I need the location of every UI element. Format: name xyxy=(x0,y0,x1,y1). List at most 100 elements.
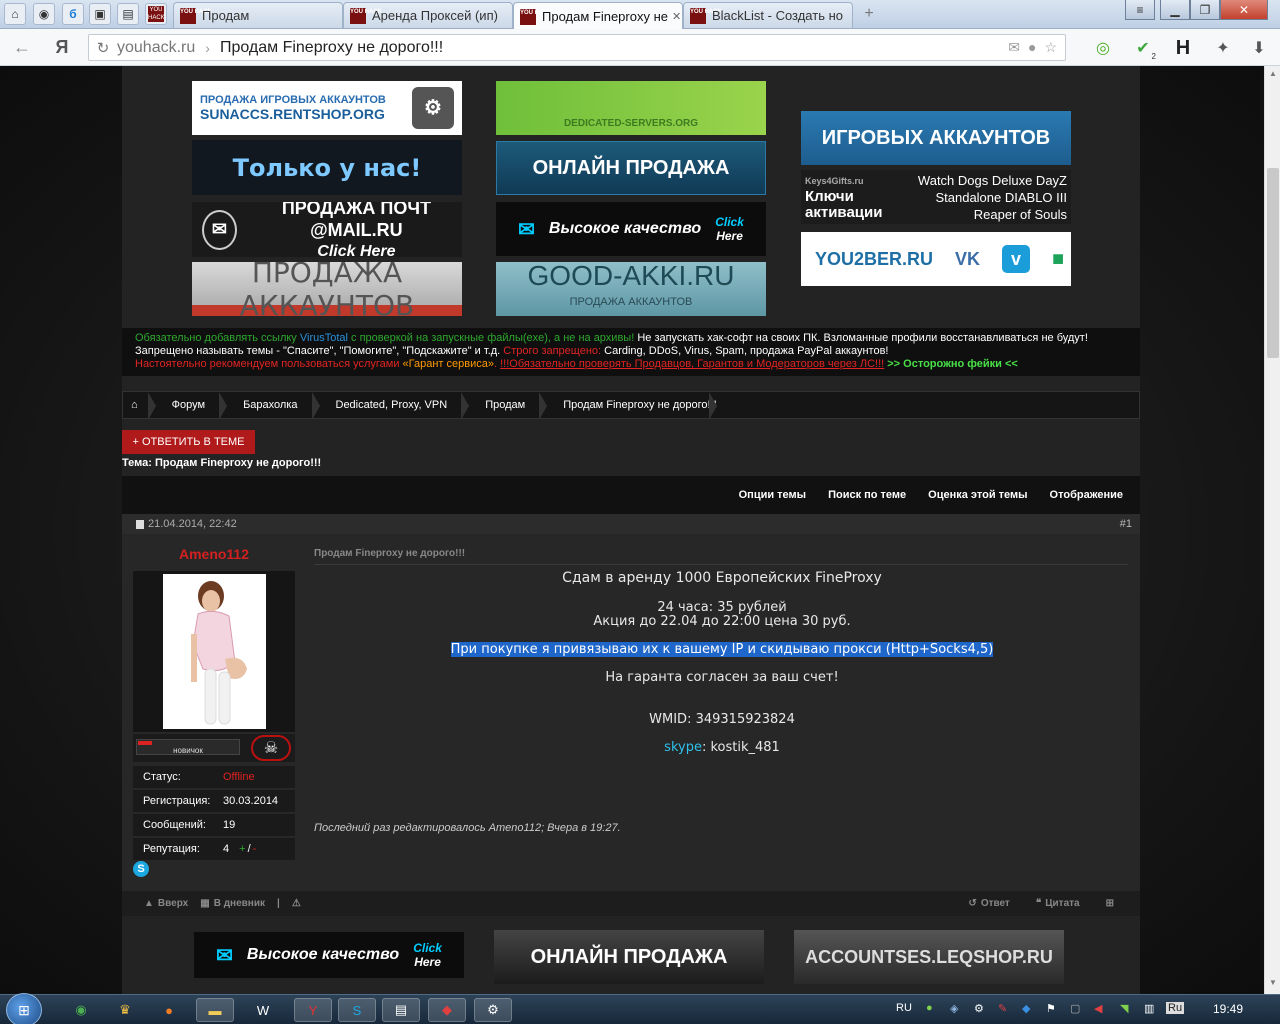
language-indicator[interactable]: RU xyxy=(896,1002,912,1014)
h-extension-icon[interactable]: H xyxy=(1172,37,1194,59)
taskbar-writer[interactable]: W xyxy=(244,998,282,1022)
banner-steam-accounts[interactable]: ПРОДАЖА ИГРОВЫХ АККАУНТОВ SUNACCS.RENTSH… xyxy=(192,81,462,135)
yandex-button[interactable]: Я xyxy=(50,35,74,59)
scroll-thumb[interactable] xyxy=(1267,168,1279,358)
reply-thread-button[interactable]: + ОТВЕТИТЬ В ТЕМЕ xyxy=(122,430,255,454)
taskbar-yandex[interactable]: Y xyxy=(294,998,332,1022)
multi-quote-icon[interactable]: ⊞ xyxy=(1106,898,1114,909)
menu-button[interactable]: ≡ xyxy=(1125,0,1155,20)
back-to-top-link[interactable]: ▲ Вверх xyxy=(144,898,188,909)
breadcrumb-item[interactable]: Форум xyxy=(156,392,228,420)
pinned-tab-eye[interactable]: ◉ xyxy=(33,3,55,25)
banner-quality-bottom[interactable]: ✉ Высокое качество Click Here xyxy=(194,932,464,978)
pinned-tab-youhack[interactable]: YOU HACK xyxy=(145,3,167,25)
url-field[interactable]: ↻ youhack.ru › Продам Fineproxy не дорог… xyxy=(88,34,1066,61)
banner-green-text: DEDICATED-SERVERS.ORG xyxy=(563,117,699,129)
banner-online-sale-bottom[interactable]: ОНЛАЙН ПРОДАЖА xyxy=(494,930,764,984)
reply-post-link[interactable]: ↺ Ответ xyxy=(968,898,1009,909)
reload-icon[interactable]: ↻ xyxy=(89,39,117,57)
reputation-plus-button[interactable]: + xyxy=(239,843,245,855)
tray-nvidia-icon[interactable]: ◥ xyxy=(1120,1002,1128,1015)
shield-icon[interactable]: ✔ 2 xyxy=(1132,37,1156,61)
thread-search-menu[interactable]: Поиск по теме xyxy=(828,489,906,501)
tab-1[interactable]: YOU HACK Продам xyxy=(173,2,343,28)
add-to-diary-link[interactable]: ▦ В дневник xyxy=(200,898,265,909)
tray-icon-4[interactable]: ✎ xyxy=(998,1002,1007,1015)
download-icon[interactable]: ⬇ xyxy=(1248,37,1270,59)
breadcrumb-item[interactable]: Барахолка xyxy=(227,392,320,420)
tray-icon-7[interactable]: ▢ xyxy=(1070,1002,1080,1015)
tray-shield-icon[interactable]: ◈ xyxy=(950,1002,958,1015)
tray-icon-5[interactable]: ◆ xyxy=(1022,1002,1030,1015)
taskbar-steam[interactable]: ⚙ xyxy=(474,998,512,1022)
banner-game-accounts[interactable]: ИГРОВЫХ АККАУНТОВ xyxy=(801,111,1071,165)
banner-quality[interactable]: ✉ Высокое качество Click Here xyxy=(496,202,766,256)
page-scrollbar[interactable]: ▲ ▼ xyxy=(1264,66,1280,994)
tab-4[interactable]: YOU HACK BlackList - Создать но xyxy=(683,2,853,28)
close-window-button[interactable]: ✕ xyxy=(1220,0,1268,20)
keyboard-layout-indicator[interactable]: Ru xyxy=(1166,1002,1185,1014)
tools-icon[interactable]: ✦ xyxy=(1212,37,1234,59)
banner-leqshop-bottom[interactable]: ACCOUNTSES.LEQSHOP.RU xyxy=(794,930,1064,984)
banner-mail-sale[interactable]: ✉ ПРОДАЖА ПОЧТ @MAIL.RU Click Here xyxy=(192,202,462,257)
quote-post-link[interactable]: ❝ Цитата xyxy=(1036,898,1080,909)
thread-display-menu[interactable]: Отображение xyxy=(1050,489,1123,501)
breadcrumb-item[interactable]: Продам xyxy=(469,392,548,420)
pinned-tab-home[interactable]: ⌂ xyxy=(4,3,26,25)
tray-flag-icon[interactable]: ⚑ xyxy=(1046,1002,1056,1015)
vimeo-logo-icon: v xyxy=(1002,245,1031,273)
breadcrumb-item[interactable]: Dedicated, Proxy, VPN xyxy=(320,392,470,420)
taskbar-skype[interactable]: S xyxy=(338,998,376,1022)
start-button[interactable]: ⊞ xyxy=(6,993,42,1024)
banner-you2ber[interactable]: YOU2BER.RU VK v ■ xyxy=(801,232,1071,286)
breadcrumb-home[interactable]: ⌂ xyxy=(123,392,156,420)
maximize-button[interactable]: ❐ xyxy=(1190,0,1220,20)
pinned-tab-save[interactable]: ▤ xyxy=(117,3,139,25)
mail-icon[interactable]: ✉ xyxy=(1008,39,1020,56)
tab-2[interactable]: YOU HACK Аренда Проксей (ип) xyxy=(343,2,513,28)
banner-green[interactable]: DEDICATED-SERVERS.ORG xyxy=(496,81,766,135)
registration-label: Регистрация: xyxy=(143,795,211,807)
avatar[interactable] xyxy=(163,574,266,729)
pinned-tab-b[interactable]: б xyxy=(62,3,84,25)
report-icon[interactable]: ⚠ xyxy=(292,898,301,909)
guarantor-link[interactable]: «Гарант сервиса» xyxy=(403,358,494,370)
bulb-icon[interactable]: ● xyxy=(1028,39,1036,56)
post-username[interactable]: Ameno112 xyxy=(133,546,295,564)
banner-accounts-sale[interactable]: ПРОДАЖА АККАУНТОВ xyxy=(192,262,462,316)
thread-rating-menu[interactable]: Оценка этой темы xyxy=(928,489,1027,501)
extension-green-icon[interactable]: ◎ xyxy=(1092,37,1114,59)
banner-online-sale[interactable]: ОНЛАЙН ПРОДАЖА xyxy=(496,141,766,195)
banner-good-akki[interactable]: GOOD-AKKI.RU ПРОДАЖА АККАУНТОВ xyxy=(496,262,766,316)
skype-icon[interactable]: S xyxy=(133,861,149,877)
status-value: Offline xyxy=(223,771,255,783)
tray-steam-icon[interactable]: ⚙ xyxy=(974,1002,984,1015)
scroll-up-icon[interactable]: ▲ xyxy=(1267,69,1279,81)
taskbar-app[interactable]: ♛ xyxy=(106,998,144,1022)
virustotal-link[interactable]: VirusTotal xyxy=(300,332,348,344)
thread-options-menu[interactable]: Опции темы xyxy=(739,489,806,501)
taskbar-firefox[interactable]: ● xyxy=(150,998,188,1022)
new-tab-button[interactable]: + xyxy=(860,6,878,24)
banner-activation-keys[interactable]: Keys4Gifts.ru Ключи активации Watch Dogs… xyxy=(801,170,1071,224)
taskbar-explorer[interactable]: ▬ xyxy=(196,998,234,1022)
taskbar-game[interactable]: ◆ xyxy=(428,998,466,1022)
tab-3-active[interactable]: YOU HACK Продам Fineproxy не ✕ xyxy=(513,2,683,30)
post-footer: ▲ Вверх ▦ В дневник | ⚠ ↺ Ответ ❝ Цитата ⊞ xyxy=(122,891,1140,916)
scroll-down-icon[interactable]: ▼ xyxy=(1267,978,1279,990)
back-button[interactable]: ← xyxy=(10,35,34,59)
star-icon[interactable]: ☆ xyxy=(1044,39,1057,56)
taskbar-notepad[interactable]: ▤ xyxy=(382,998,420,1022)
post-permalink[interactable]: #1 xyxy=(1120,518,1132,530)
pinned-tab-monitor[interactable]: ▣ xyxy=(89,3,111,25)
close-tab-icon[interactable]: ✕ xyxy=(668,10,681,23)
taskbar-clock[interactable]: 19:49 xyxy=(1200,1002,1256,1016)
tray-volume-icon[interactable]: ◀ xyxy=(1094,1002,1102,1015)
tray-icon-1[interactable]: ● xyxy=(926,1002,933,1014)
minimize-button[interactable]: ▁ xyxy=(1160,0,1190,20)
taskbar-chrome[interactable]: ◉ xyxy=(62,998,100,1022)
status-label: Статус: xyxy=(143,771,181,783)
reputation-minus-button[interactable]: - xyxy=(253,843,257,855)
banner-only-us[interactable]: Только у нас! xyxy=(192,140,462,195)
tray-network-icon[interactable]: ▥ xyxy=(1144,1002,1154,1015)
